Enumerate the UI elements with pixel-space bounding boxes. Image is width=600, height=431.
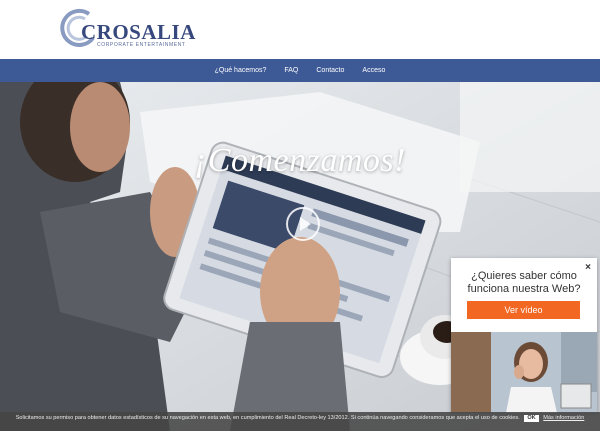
nav-item-acceso[interactable]: Acceso	[353, 59, 394, 82]
popup-photo	[451, 332, 597, 413]
cookie-banner: Solicitamos su permiso para obtener dato…	[0, 412, 600, 431]
main-nav: ¿Qué hacemos? FAQ Contacto Acceso	[0, 59, 600, 82]
cookie-text: Solicitamos su permiso para obtener dato…	[15, 415, 520, 421]
watch-video-button[interactable]: Ver vídeo	[467, 301, 580, 319]
nav-item-faq[interactable]: FAQ	[275, 59, 307, 82]
nav-item-contacto[interactable]: Contacto	[307, 59, 353, 82]
play-video-icon[interactable]	[286, 207, 320, 241]
site-header: CROSALIA CORPORATE ENTERTAINMENT	[0, 0, 600, 59]
nav-item-que-hacemos[interactable]: ¿Qué hacemos?	[206, 59, 276, 82]
page: CROSALIA CORPORATE ENTERTAINMENT ¿Qué ha…	[0, 0, 600, 431]
hero-title: ¡Comenzamos!	[194, 142, 406, 179]
popup-question: ¿Quieres saber cómo funciona nuestra Web…	[467, 270, 581, 295]
video-popup: × ¿Quieres saber cómo funciona nuestra W…	[451, 258, 597, 413]
logo[interactable]: CROSALIA CORPORATE ENTERTAINMENT	[59, 8, 195, 48]
cookie-ok-button[interactable]: OK	[524, 415, 539, 422]
logo-subtitle: CORPORATE ENTERTAINMENT	[97, 42, 186, 48]
cookie-more-info-link[interactable]: Más información	[543, 415, 584, 421]
